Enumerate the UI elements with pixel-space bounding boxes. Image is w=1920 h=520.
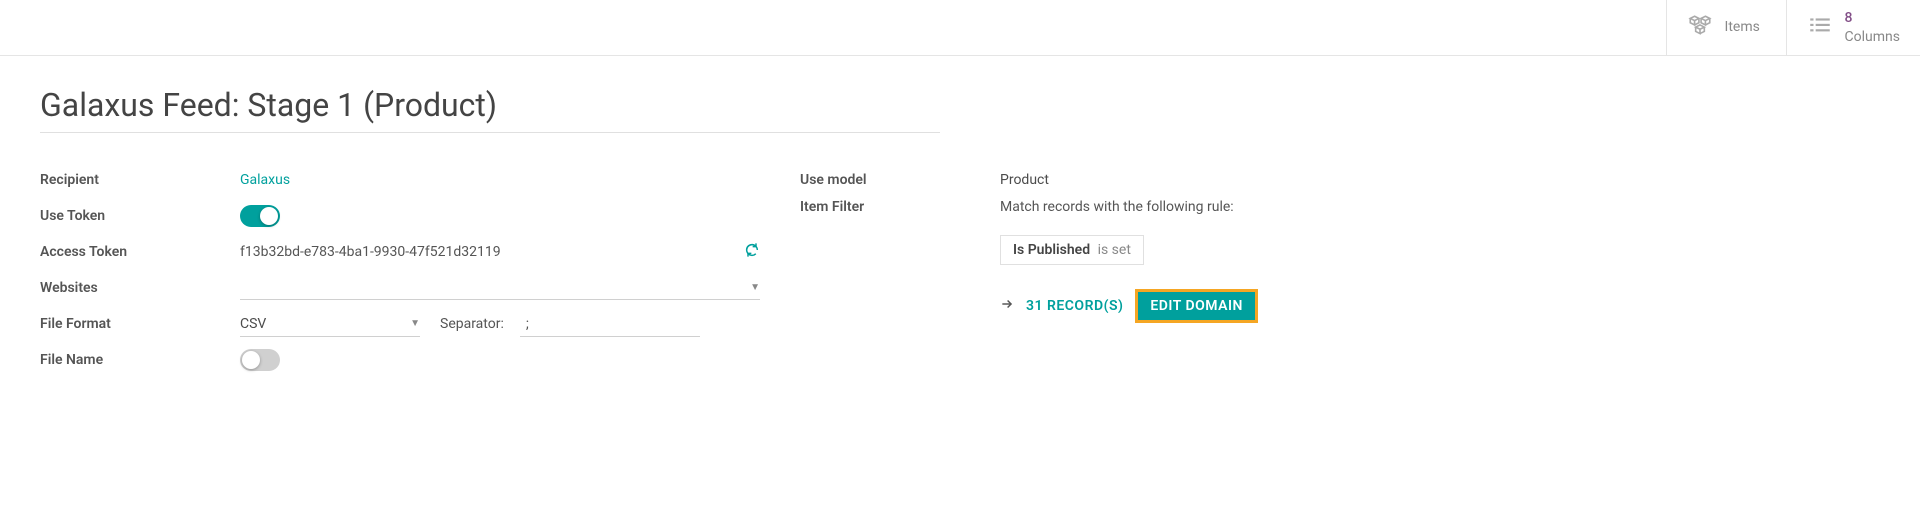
label-use-model: Use model (800, 172, 1000, 188)
access-token-value: f13b32bd-e783-4ba1-9930-47f521d32119 (240, 244, 734, 260)
label-access-token: Access Token (40, 244, 240, 260)
tab-items-label: Items (1725, 18, 1760, 36)
toggle-use-token[interactable] (240, 205, 280, 227)
label-item-filter: Item Filter (800, 199, 1000, 215)
label-separator: Separator: (440, 316, 504, 332)
toggle-file-name[interactable] (240, 349, 280, 371)
tab-columns[interactable]: 8 Columns (1786, 0, 1920, 55)
cubes-icon (1687, 13, 1713, 43)
top-tabs: Items 8 Columns (0, 0, 1920, 56)
form-right: Use model Product Item Filter Match reco… (800, 163, 1880, 379)
rule-op: is set (1098, 242, 1131, 258)
tab-columns-label: Columns (1845, 28, 1900, 46)
chevron-down-icon: ▼ (750, 282, 760, 293)
use-model-value: Product (1000, 172, 1049, 188)
form-left: Recipient Galaxus Use Token Access Token… (40, 163, 760, 379)
filter-rule-badge: Is Published is set (1000, 235, 1144, 265)
edit-domain-button[interactable]: EDIT DOMAIN (1135, 289, 1258, 323)
file-format-value: CSV (240, 316, 266, 332)
label-file-format: File Format (40, 316, 240, 332)
rule-field: Is Published (1013, 242, 1090, 258)
websites-dropdown[interactable]: ▼ (240, 276, 760, 300)
refresh-icon[interactable] (744, 242, 760, 262)
label-recipient: Recipient (40, 172, 240, 188)
tab-items[interactable]: Items (1666, 0, 1786, 55)
arrow-right-icon (1000, 297, 1014, 315)
separator-input[interactable]: ; (520, 312, 700, 337)
file-format-dropdown[interactable]: CSV ▼ (240, 312, 420, 337)
page-title: Galaxus Feed: Stage 1 (Product) (40, 86, 940, 133)
tab-columns-count: 8 (1845, 9, 1900, 27)
label-file-name: File Name (40, 352, 240, 368)
records-link[interactable]: 31 RECORD(S) (1026, 298, 1123, 314)
recipient-link[interactable]: Galaxus (240, 172, 290, 188)
item-filter-description: Match records with the following rule: (1000, 199, 1234, 215)
list-icon (1807, 13, 1833, 43)
label-use-token: Use Token (40, 208, 240, 224)
chevron-down-icon: ▼ (410, 318, 420, 329)
label-websites: Websites (40, 280, 240, 296)
